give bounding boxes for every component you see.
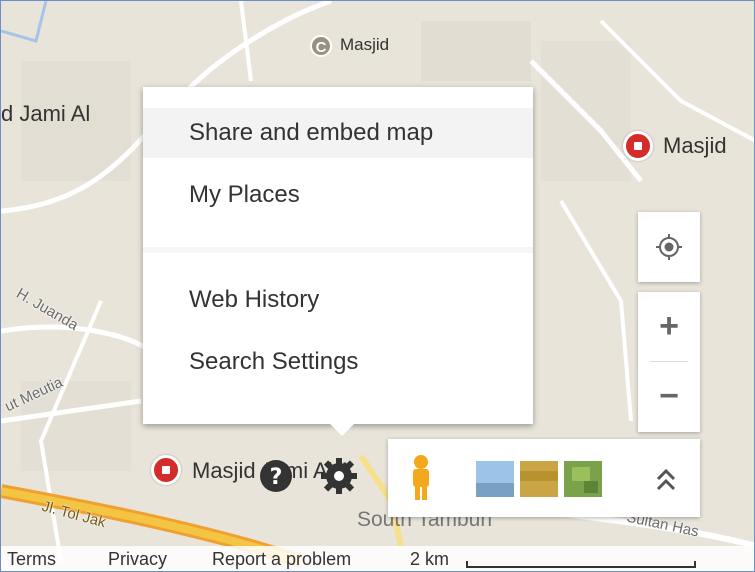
map-frame: C Masjid d Jami Al Masjid Masjid Jami Al… bbox=[0, 0, 755, 572]
map-footer: Terms Privacy Report a problem 2 km bbox=[1, 546, 754, 571]
svg-text:?: ? bbox=[270, 465, 283, 490]
chevron-up-icon[interactable] bbox=[646, 459, 686, 499]
label-masjid-top[interactable]: Masjid bbox=[340, 35, 389, 55]
target-icon bbox=[656, 234, 682, 260]
thumbnail-earth-icon[interactable] bbox=[476, 461, 514, 497]
gear-icon[interactable] bbox=[319, 456, 359, 496]
scale-label: 2 km bbox=[410, 549, 450, 569]
mosque-icon[interactable]: C bbox=[310, 35, 332, 57]
help-icon[interactable]: ? bbox=[256, 456, 296, 496]
menu-item-share-embed[interactable]: Share and embed map bbox=[143, 108, 533, 158]
report-problem-link[interactable]: Report a problem bbox=[212, 549, 351, 570]
menu-item-my-places[interactable]: My Places bbox=[143, 170, 533, 220]
zoom-control: + − bbox=[638, 292, 700, 432]
label-masjid-right[interactable]: Masjid bbox=[663, 133, 727, 159]
scale-bar bbox=[466, 561, 696, 568]
zoom-out-button[interactable]: − bbox=[638, 362, 700, 431]
menu-separator bbox=[143, 247, 533, 253]
thumbnail-satellite-icon[interactable] bbox=[564, 461, 602, 497]
my-location-button[interactable] bbox=[638, 212, 700, 282]
pegman-icon[interactable] bbox=[406, 453, 436, 503]
menu-item-search-settings[interactable]: Search Settings bbox=[143, 337, 533, 387]
settings-menu: Share and embed map My Places Web Histor… bbox=[143, 87, 533, 424]
terms-link[interactable]: Terms bbox=[7, 549, 56, 570]
menu-item-web-history[interactable]: Web History bbox=[143, 275, 533, 325]
menu-pointer bbox=[328, 422, 356, 436]
mosque-pin-icon[interactable] bbox=[151, 455, 181, 485]
zoom-in-button[interactable]: + bbox=[638, 292, 700, 361]
thumbnail-terrain-icon[interactable] bbox=[520, 461, 558, 497]
label-jami-left[interactable]: d Jami Al bbox=[1, 101, 90, 127]
layers-panel bbox=[388, 439, 700, 517]
privacy-link[interactable]: Privacy bbox=[108, 549, 167, 570]
mosque-pin-icon[interactable] bbox=[623, 131, 653, 161]
